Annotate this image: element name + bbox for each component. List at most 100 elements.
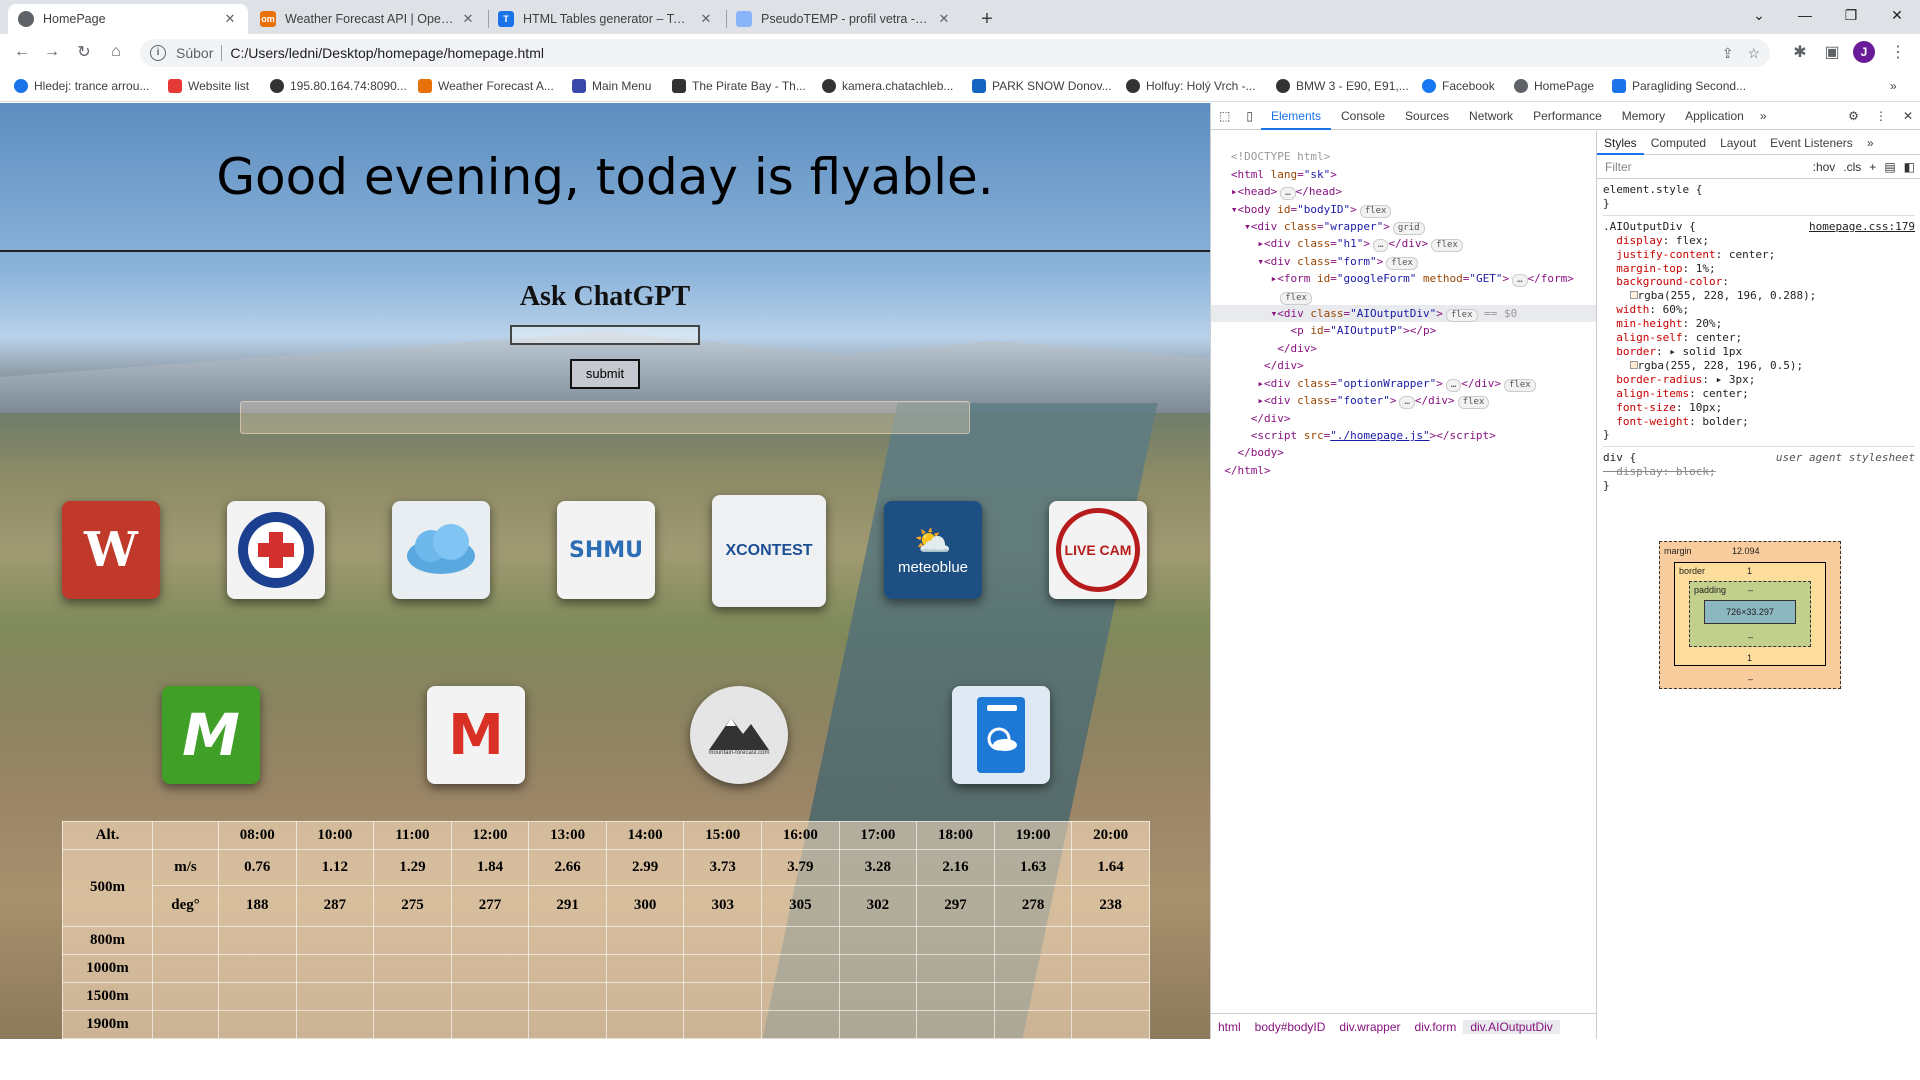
dom-node[interactable]: ▸<div class="footer">… </div> flex: [1211, 392, 1596, 410]
windy-tile[interactable]: W: [62, 501, 160, 599]
color-swatch[interactable]: [1629, 360, 1638, 369]
bookmark-star-icon[interactable]: ☆: [1747, 45, 1760, 62]
css-declaration[interactable]: display: flex;: [1603, 234, 1915, 248]
css-declaration[interactable]: border-radius: ▸ 3px;: [1603, 373, 1915, 387]
dom-node[interactable]: <p id="AIOutputP"></p>: [1211, 322, 1596, 339]
dom-node[interactable]: </html>: [1211, 462, 1596, 479]
meteoblue-tile[interactable]: ⛅ meteoblue: [884, 501, 982, 599]
bookmark-item[interactable]: The Pirate Bay - Th...: [672, 76, 806, 96]
close-tab-icon[interactable]: ✕: [936, 11, 952, 27]
bookmark-item[interactable]: PARK SNOW Donov...: [972, 76, 1112, 96]
css-declaration[interactable]: font-weight: bolder;: [1603, 415, 1915, 429]
close-window-icon[interactable]: ✕: [1874, 0, 1920, 30]
bookmark-item[interactable]: Weather Forecast A...: [418, 76, 554, 96]
dom-tree[interactable]: <!DOCTYPE html> <html lang="sk"> ▸<head>…: [1211, 131, 1596, 1011]
bookmark-item[interactable]: Holfuy: Holý Vrch -...: [1126, 76, 1256, 96]
css-declaration[interactable]: rgba(255, 228, 196, 0.5);: [1603, 359, 1915, 373]
css-declaration[interactable]: background-color:: [1603, 275, 1915, 289]
dom-node[interactable]: ▾<div class="form"> flex: [1211, 253, 1596, 270]
share-icon[interactable]: ⇪: [1722, 45, 1734, 62]
bookmark-item[interactable]: Facebook: [1422, 76, 1495, 96]
breadcrumb-item[interactable]: body#bodyID: [1248, 1020, 1333, 1034]
breadcrumb-item[interactable]: div.AIOutputDiv: [1463, 1019, 1560, 1034]
tab-elements[interactable]: Elements: [1260, 103, 1331, 130]
forward-icon[interactable]: →: [40, 40, 64, 64]
avatar[interactable]: J: [1853, 41, 1875, 63]
dom-node[interactable]: ▸<head>… </head>: [1211, 183, 1596, 201]
css-declaration[interactable]: border: ▸ solid 1px: [1603, 345, 1915, 359]
tab-pseudotemp[interactable]: PseudoTEMP - profil vetra - SHM ✕: [726, 4, 962, 34]
rule-source-link[interactable]: homepage.css:179: [1809, 220, 1915, 234]
css-declaration[interactable]: align-self: center;: [1603, 331, 1915, 345]
breadcrumb-item[interactable]: html: [1211, 1020, 1248, 1034]
maximize-icon[interactable]: ❐: [1828, 0, 1874, 30]
sidebar-toggle-icon[interactable]: ◧: [1904, 160, 1915, 174]
tab-layout[interactable]: Layout: [1713, 131, 1763, 155]
devtools-menu-icon[interactable]: ⋮: [1867, 109, 1895, 123]
tab-network[interactable]: Network: [1459, 103, 1523, 130]
add-rule-icon[interactable]: +: [1869, 160, 1876, 174]
tab-styles[interactable]: Styles: [1597, 131, 1644, 155]
css-declaration[interactable]: align-items: center;: [1603, 387, 1915, 401]
tab-memory[interactable]: Memory: [1612, 103, 1675, 130]
back-icon[interactable]: ←: [10, 40, 34, 64]
tab-sources[interactable]: Sources: [1395, 103, 1459, 130]
tab-performance[interactable]: Performance: [1523, 103, 1612, 130]
device-toggle-icon[interactable]: ▯: [1238, 109, 1261, 123]
tab-application[interactable]: Application: [1675, 103, 1754, 130]
extensions-icon[interactable]: ✱: [1788, 40, 1812, 64]
xcontest-tile[interactable]: XCONTEST: [712, 495, 826, 607]
computed-toggle-icon[interactable]: ▤: [1884, 160, 1895, 174]
dom-node[interactable]: </div>: [1211, 357, 1596, 374]
filter-input[interactable]: Filter: [1605, 160, 1813, 174]
tab-event-listeners[interactable]: Event Listeners: [1763, 131, 1860, 155]
chatgpt-input[interactable]: [510, 325, 700, 345]
dom-node[interactable]: <html lang="sk">: [1211, 166, 1596, 183]
home-icon[interactable]: ⌂: [104, 40, 128, 64]
bookmark-item[interactable]: Paragliding Second...: [1612, 76, 1746, 96]
bookmark-item[interactable]: kamera.chatachleb...: [822, 76, 953, 96]
bookmark-item[interactable]: BMW 3 - E90, E91,...: [1276, 76, 1409, 96]
css-declaration[interactable]: margin-top: 1%;: [1603, 262, 1915, 276]
new-tab-button[interactable]: +: [970, 4, 1004, 34]
submit-button[interactable]: submit: [570, 359, 640, 389]
breadcrumb-item[interactable]: div.form: [1408, 1020, 1464, 1034]
dom-node-selected[interactable]: ▾<div class="AIOutputDiv"> flex == $0: [1211, 305, 1596, 323]
css-declaration[interactable]: rgba(255, 228, 196, 0.288);: [1603, 289, 1915, 303]
more-tabs-icon[interactable]: »: [1860, 131, 1881, 155]
url-text[interactable]: C:/Users/ledni/Desktop/homepage/homepage…: [230, 45, 544, 61]
tab-tables-generator[interactable]: T HTML Tables generator – TablesG ✕: [488, 4, 724, 34]
dom-node[interactable]: ▾<body id="bodyID"> flex: [1211, 201, 1596, 218]
css-declaration[interactable]: justify-content: center;: [1603, 248, 1915, 262]
cls-toggle[interactable]: .cls: [1843, 160, 1861, 174]
reload-icon[interactable]: ↻: [72, 40, 96, 64]
hov-toggle[interactable]: :hov: [1813, 160, 1836, 174]
bookmark-item[interactable]: 195.80.164.74:8090...: [270, 76, 407, 96]
color-swatch[interactable]: [1629, 291, 1638, 300]
dom-node[interactable]: ▸<div class="h1">… </div> flex: [1211, 235, 1596, 253]
weather-app-tile[interactable]: [952, 686, 1050, 784]
info-icon[interactable]: i: [150, 45, 166, 61]
minimize-icon[interactable]: —: [1782, 0, 1828, 30]
bookmark-item[interactable]: Hledej: trance arrou...: [14, 76, 149, 96]
address-bar[interactable]: i Súbor C:/Users/ledni/Desktop/homepage/…: [140, 39, 1770, 67]
shmu-tile[interactable]: SHMU: [557, 501, 655, 599]
menu-icon[interactable]: ⋮: [1886, 40, 1910, 64]
tab-computed[interactable]: Computed: [1644, 131, 1713, 155]
dom-node[interactable]: ▸<form id="googleForm" method="GET">… </f…: [1211, 270, 1596, 288]
tab-search-icon[interactable]: ⌄: [1736, 0, 1782, 30]
meteo-m-tile[interactable]: M: [162, 686, 260, 784]
css-declaration[interactable]: min-height: 20%;: [1603, 317, 1915, 331]
css-declaration[interactable]: width: 60%;: [1603, 303, 1915, 317]
close-tab-icon[interactable]: ✕: [698, 11, 714, 27]
cloud-tile[interactable]: [392, 501, 490, 599]
bookmarks-overflow-icon[interactable]: »: [1890, 76, 1897, 96]
bookmark-item[interactable]: HomePage: [1514, 76, 1594, 96]
bookmark-item[interactable]: Website list: [168, 76, 249, 96]
gmail-tile[interactable]: M: [427, 686, 525, 784]
more-tabs-icon[interactable]: »: [1754, 109, 1773, 123]
breadcrumb-item[interactable]: div.wrapper: [1332, 1020, 1407, 1034]
close-devtools-icon[interactable]: ✕: [1895, 109, 1920, 123]
mountain-rescue-tile[interactable]: [227, 501, 325, 599]
tab-console[interactable]: Console: [1331, 103, 1395, 130]
